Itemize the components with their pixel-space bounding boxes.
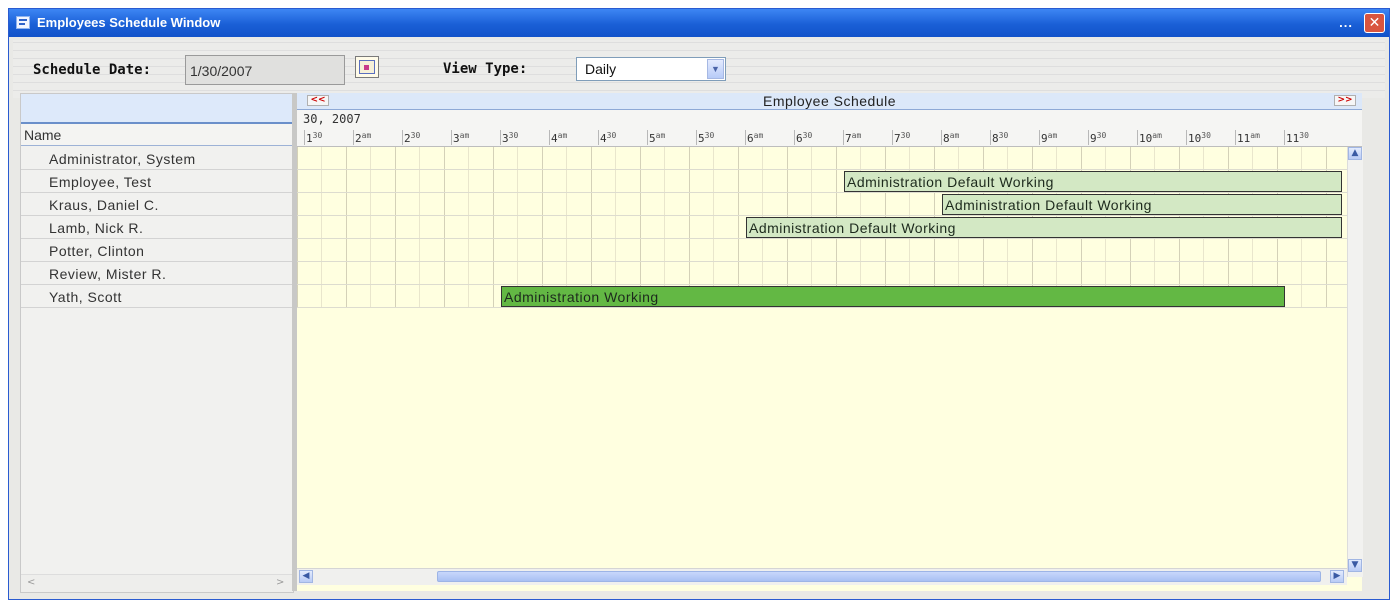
schedule-date-caption: 30, 2007	[303, 112, 361, 126]
time-tick-line	[1088, 130, 1089, 145]
time-tick-label: 230	[404, 131, 421, 145]
time-tick-line	[353, 130, 354, 145]
employee-row[interactable]: Lamb, Nick R.	[21, 216, 293, 239]
time-tick-line	[941, 130, 942, 145]
schedule-date-label: Schedule Date:	[33, 62, 152, 78]
time-tick-label: 7am	[845, 131, 862, 145]
scroll-left-icon[interactable]: <	[27, 577, 35, 588]
time-tick-line	[304, 130, 305, 145]
time-tick-label: 430	[600, 131, 617, 145]
more-options-button[interactable]: ...	[1339, 15, 1353, 30]
horizontal-scroll-thumb[interactable]	[437, 571, 1321, 582]
view-type-value: Daily	[585, 61, 617, 77]
time-tick-label: 930	[1090, 131, 1107, 145]
time-tick-line	[745, 130, 746, 145]
time-tick-line	[402, 130, 403, 145]
time-tick-line	[1235, 130, 1236, 145]
schedule-event-bar[interactable]: Administration Default Working	[844, 171, 1342, 192]
time-tick-label: 630	[796, 131, 813, 145]
time-tick-label: 830	[992, 131, 1009, 145]
schedule-event-bar[interactable]: Administration Default Working	[942, 194, 1342, 215]
title-bar: Employees Schedule Window ... ✕	[9, 9, 1389, 37]
time-tick-line	[1284, 130, 1285, 145]
toolbar: Schedule Date: 1/30/2007 View Type: Dail…	[13, 40, 1385, 98]
schedule-event-bar[interactable]: Administration Working	[501, 286, 1285, 307]
time-tick-label: 9am	[1041, 131, 1058, 145]
time-tick-label: 8am	[943, 131, 960, 145]
employee-name-panel: Name Administrator, System Employee, Tes…	[20, 93, 294, 593]
time-tick-line	[647, 130, 648, 145]
schedule-row[interactable]	[297, 147, 1347, 170]
time-tick-line	[843, 130, 844, 145]
time-tick-label: 730	[894, 131, 911, 145]
schedule-panel: Employee Schedule << >> 30, 2007 130 2am 2…	[297, 93, 1362, 591]
time-tick-label: 1030	[1188, 131, 1211, 145]
chevron-down-icon[interactable]: ▼	[707, 59, 724, 79]
scroll-right-icon[interactable]: ▶	[1330, 570, 1344, 583]
time-tick-line	[1186, 130, 1187, 145]
scroll-right-icon[interactable]: >	[276, 577, 284, 588]
time-tick-label: 10am	[1139, 131, 1162, 145]
scroll-up-icon[interactable]: ▲	[1348, 147, 1362, 160]
employee-row[interactable]: Review, Mister R.	[21, 262, 293, 285]
window-title: Employees Schedule Window	[37, 15, 221, 30]
schedule-horizontal-scrollbar[interactable]: ◀ ▶	[297, 568, 1347, 585]
schedule-header: Employee Schedule << >>	[297, 93, 1362, 110]
scroll-down-icon[interactable]: ▼	[1348, 559, 1362, 572]
time-tick-line	[500, 130, 501, 145]
time-tick-line	[990, 130, 991, 145]
calendar-icon[interactable]	[355, 56, 379, 78]
time-tick-label: 530	[698, 131, 715, 145]
window-app-icon	[16, 16, 30, 29]
next-button[interactable]: >>	[1334, 95, 1356, 106]
schedule-date-input[interactable]: 1/30/2007	[185, 55, 345, 85]
name-panel-header	[21, 94, 293, 124]
time-tick-label: 1130	[1286, 131, 1309, 145]
view-type-label: View Type:	[443, 61, 528, 77]
time-tick-label: 330	[502, 131, 519, 145]
close-icon[interactable]: ✕	[1364, 13, 1385, 33]
employee-row[interactable]: Employee, Test	[21, 170, 293, 193]
time-tick-label: 11am	[1237, 131, 1260, 145]
time-tick-label: 130	[306, 131, 323, 145]
name-panel-scrollbar[interactable]: < >	[21, 574, 293, 592]
time-tick-label: 4am	[551, 131, 568, 145]
previous-button[interactable]: <<	[307, 95, 329, 106]
time-tick-line	[451, 130, 452, 145]
schedule-row[interactable]	[297, 239, 1347, 262]
view-type-select[interactable]: Daily ▼	[576, 57, 726, 81]
employee-row[interactable]: Administrator, System	[21, 147, 293, 170]
time-tick-line	[598, 130, 599, 145]
time-tick-line	[696, 130, 697, 145]
employee-row[interactable]: Kraus, Daniel C.	[21, 193, 293, 216]
time-tick-line	[1039, 130, 1040, 145]
time-tick-label: 2am	[355, 131, 372, 145]
employee-row[interactable]: Yath, Scott	[21, 285, 293, 308]
name-column-header[interactable]: Name	[21, 124, 293, 146]
time-tick-line	[1137, 130, 1138, 145]
time-tick-label: 5am	[649, 131, 666, 145]
time-tick-label: 6am	[747, 131, 764, 145]
schedule-title: Employee Schedule	[762, 93, 897, 109]
time-tick-line	[892, 130, 893, 145]
schedule-event-bar[interactable]: Administration Default Working	[746, 217, 1342, 238]
schedule-row[interactable]	[297, 262, 1347, 285]
employee-row[interactable]: Potter, Clinton	[21, 239, 293, 262]
time-scale-header: 30, 2007 130 2am 230 3am 330 4am 430 5am 530 6am 6…	[297, 110, 1362, 147]
schedule-grid[interactable]: Administration Default Working Administra…	[297, 147, 1347, 308]
schedule-vertical-scrollbar[interactable]: ▲ ▼	[1347, 147, 1363, 577]
time-tick-label: 3am	[453, 131, 470, 145]
scroll-left-icon[interactable]: ◀	[299, 570, 313, 583]
time-tick-line	[549, 130, 550, 145]
time-tick-line	[794, 130, 795, 145]
